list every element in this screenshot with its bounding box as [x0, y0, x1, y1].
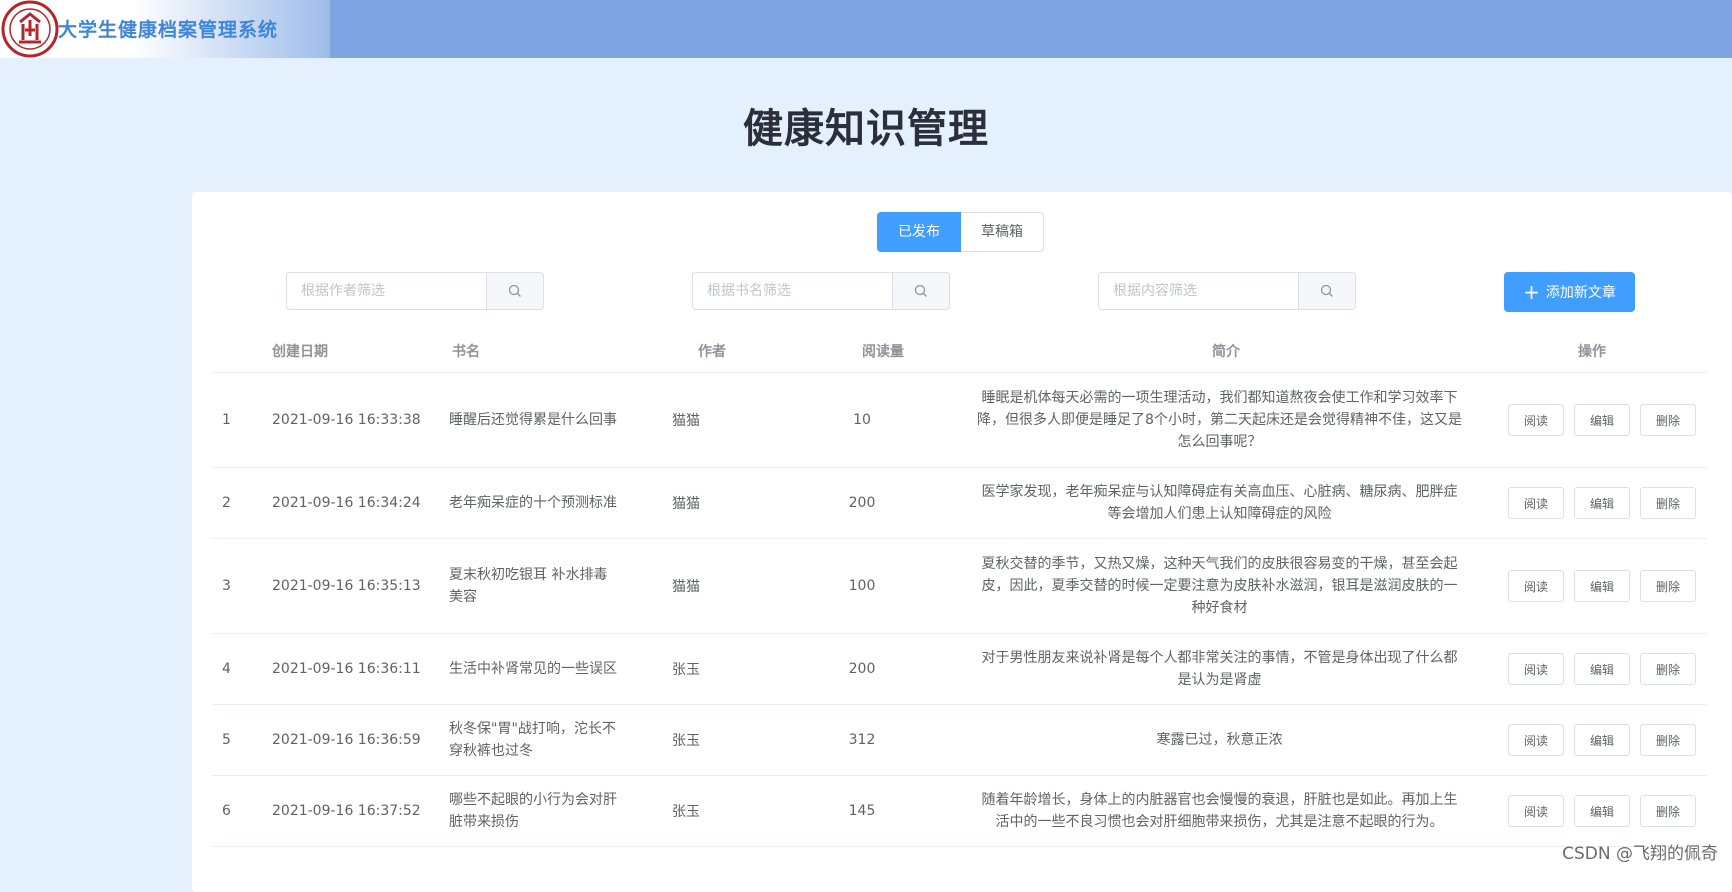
- row-reads: 312: [848, 732, 876, 748]
- row-reads: 145: [848, 803, 876, 819]
- status-tabs: 已发布 草稿箱: [877, 212, 1044, 252]
- row-index: 5: [222, 732, 231, 748]
- content-card: 已发布 草稿箱 + 添加新文章 创建日期 书名 作者 阅读量 简介 操作 1 2…: [192, 192, 1732, 892]
- author-search-button[interactable]: [486, 273, 543, 309]
- edit-button[interactable]: 编辑: [1574, 570, 1630, 602]
- delete-button[interactable]: 删除: [1640, 653, 1696, 685]
- row-author: 张玉: [672, 804, 700, 820]
- read-button[interactable]: 阅读: [1508, 404, 1564, 436]
- row-book: 哪些不起眼的小行为会对肝脏带来损伤: [449, 792, 617, 830]
- row-actions: 阅读 编辑 删除: [1497, 634, 1707, 704]
- table-row: 1 2021-09-16 16:33:38 睡醒后还觉得累是什么回事 猫猫 10…: [212, 373, 1707, 468]
- read-button[interactable]: 阅读: [1508, 795, 1564, 827]
- university-seal-logo: [1, 0, 59, 58]
- row-reads: 10: [853, 412, 871, 428]
- content-filter: [1098, 272, 1356, 310]
- add-article-button[interactable]: + 添加新文章: [1504, 272, 1635, 312]
- row-date: 2021-09-16 16:36:11: [272, 661, 421, 677]
- delete-button[interactable]: 删除: [1640, 795, 1696, 827]
- header-intro: 简介: [1212, 344, 1240, 360]
- search-icon: [1320, 284, 1333, 297]
- row-date: 2021-09-16 16:33:38: [272, 412, 421, 428]
- row-author: 张玉: [672, 733, 700, 749]
- row-date: 2021-09-16 16:35:13: [272, 578, 421, 594]
- search-icon: [508, 284, 521, 297]
- table-row: 2 2021-09-16 16:34:24 老年痴呆症的十个预测标准 猫猫 20…: [212, 468, 1707, 539]
- row-reads: 100: [848, 578, 876, 594]
- book-search-button[interactable]: [892, 273, 949, 309]
- read-button[interactable]: 阅读: [1508, 487, 1564, 519]
- row-reads: 200: [848, 495, 876, 511]
- row-date: 2021-09-16 16:37:52: [272, 803, 421, 819]
- book-filter-input[interactable]: [693, 273, 892, 309]
- page-title: 健康知识管理: [743, 106, 989, 152]
- row-book: 夏末秋初吃银耳 补水排毒美容: [449, 567, 608, 605]
- author-filter-input[interactable]: [287, 273, 486, 309]
- row-index: 6: [222, 803, 231, 819]
- read-button[interactable]: 阅读: [1508, 570, 1564, 602]
- row-actions: 阅读 编辑 删除: [1497, 539, 1707, 633]
- app-title: 大学生健康档案管理系统: [58, 19, 279, 41]
- delete-button[interactable]: 删除: [1640, 724, 1696, 756]
- row-author: 猫猫: [672, 579, 700, 595]
- table-header: 创建日期 书名 作者 阅读量 简介 操作: [212, 332, 1707, 373]
- header-reads: 阅读量: [862, 344, 904, 360]
- row-book: 秋冬保"胃"战打响，沱长不穿秋裤也过冬: [449, 721, 616, 759]
- row-intro: 医学家发现，老年痴呆症与认知障碍症有关高血压、心脏病、糖尿病、肥胖症等会增加人们…: [981, 484, 1458, 522]
- edit-button[interactable]: 编辑: [1574, 653, 1630, 685]
- row-author: 猫猫: [672, 496, 700, 512]
- edit-button[interactable]: 编辑: [1574, 724, 1630, 756]
- row-index: 2: [222, 495, 231, 511]
- row-intro: 睡眠是机体每天必需的一项生理活动，我们都知道熬夜会使工作和学习效率下降，但很多人…: [977, 390, 1462, 450]
- delete-button[interactable]: 删除: [1640, 487, 1696, 519]
- edit-button[interactable]: 编辑: [1574, 487, 1630, 519]
- row-book: 睡醒后还觉得累是什么回事: [449, 412, 617, 428]
- row-intro: 随着年龄增长，身体上的内脏器官也会慢慢的衰退，肝脏也是如此。再加上生活中的一些不…: [981, 792, 1458, 830]
- book-filter: [692, 272, 950, 310]
- row-date: 2021-09-16 16:34:24: [272, 495, 421, 511]
- row-actions: 阅读 编辑 删除: [1497, 776, 1707, 846]
- read-button[interactable]: 阅读: [1508, 724, 1564, 756]
- header-date: 创建日期: [272, 344, 328, 360]
- row-date: 2021-09-16 16:36:59: [272, 732, 421, 748]
- author-filter: [286, 272, 544, 310]
- table-row: 6 2021-09-16 16:37:52 哪些不起眼的小行为会对肝脏带来损伤 …: [212, 776, 1707, 847]
- tab-drafts[interactable]: 草稿箱: [961, 212, 1044, 252]
- row-reads: 200: [848, 661, 876, 677]
- row-author: 猫猫: [672, 413, 700, 429]
- row-index: 3: [222, 578, 231, 594]
- brand-area: 大学生健康档案管理系统: [0, 0, 330, 58]
- table-row: 4 2021-09-16 16:36:11 生活中补肾常见的一些误区 张玉 20…: [212, 634, 1707, 705]
- row-actions: 阅读 编辑 删除: [1497, 373, 1707, 467]
- row-intro: 夏秋交替的季节，又热又燥，这种天气我们的皮肤很容易变的干燥，甚至会起皮，因此，夏…: [981, 556, 1458, 616]
- row-book: 老年痴呆症的十个预测标准: [449, 495, 617, 511]
- header-book: 书名: [452, 344, 480, 360]
- search-icon: [914, 284, 927, 297]
- edit-button[interactable]: 编辑: [1574, 795, 1630, 827]
- row-author: 张玉: [672, 662, 700, 678]
- row-intro: 对于男性朋友来说补肾是每个人都非常关注的事情，不管是身体出现了什么都是认为是肾虚: [981, 650, 1458, 688]
- csdn-watermark: CSDN @飞翔的佩奇: [1562, 844, 1718, 864]
- row-actions: 阅读 编辑 删除: [1497, 705, 1707, 775]
- plus-icon: +: [1523, 280, 1540, 304]
- row-index: 1: [222, 412, 231, 428]
- row-actions: 阅读 编辑 删除: [1497, 468, 1707, 538]
- tab-published[interactable]: 已发布: [877, 212, 961, 252]
- header-ops: 操作: [1578, 344, 1606, 360]
- row-index: 4: [222, 661, 231, 677]
- table-row: 3 2021-09-16 16:35:13 夏末秋初吃银耳 补水排毒美容 猫猫 …: [212, 539, 1707, 634]
- delete-button[interactable]: 删除: [1640, 570, 1696, 602]
- content-filter-input[interactable]: [1099, 273, 1298, 309]
- edit-button[interactable]: 编辑: [1574, 404, 1630, 436]
- row-book: 生活中补肾常见的一些误区: [449, 661, 617, 677]
- row-intro: 寒露已过，秋意正浓: [1156, 732, 1283, 748]
- delete-button[interactable]: 删除: [1640, 404, 1696, 436]
- read-button[interactable]: 阅读: [1508, 653, 1564, 685]
- table-row: 5 2021-09-16 16:36:59 秋冬保"胃"战打响，沱长不穿秋裤也过…: [212, 705, 1707, 776]
- add-article-label: 添加新文章: [1545, 285, 1616, 301]
- content-search-button[interactable]: [1298, 273, 1355, 309]
- header-author: 作者: [698, 344, 726, 360]
